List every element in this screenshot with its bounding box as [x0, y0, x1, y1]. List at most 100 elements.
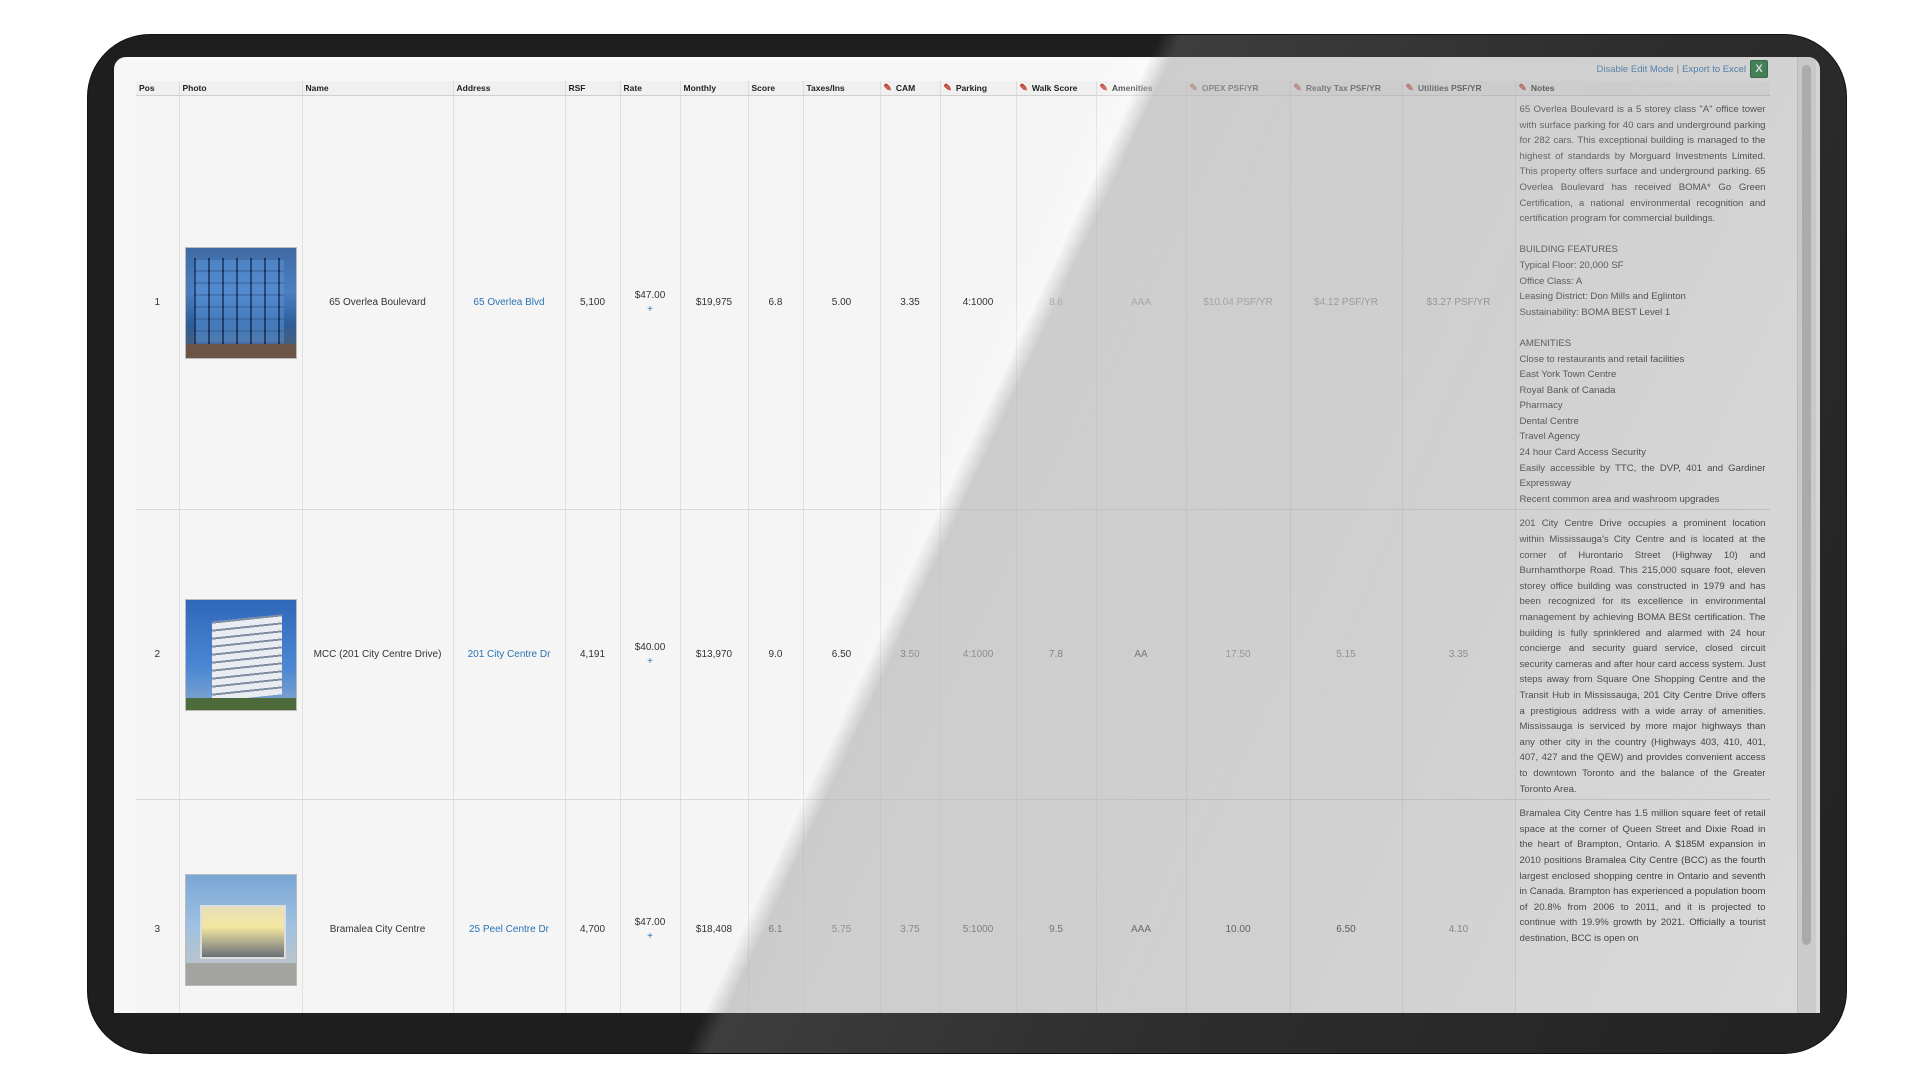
header-parking-label: Parking — [955, 82, 988, 93]
cell-amenities[interactable]: AAA — [1096, 799, 1187, 1013]
header-monthly[interactable]: Monthly — [680, 81, 749, 96]
cell-rate: $47.00 + — [620, 95, 681, 511]
table-row[interactable]: 1 65 Overlea Boulevard 65 Overlea Blvd 5… — [136, 95, 1770, 511]
pencil-icon[interactable]: ✎ — [1519, 83, 1527, 94]
header-opex[interactable]: ✎ OPEX PSF/YR — [1186, 81, 1291, 96]
toolbar-separator: | — [1676, 63, 1680, 75]
cell-pos: 3 — [136, 799, 180, 1013]
building-photo[interactable] — [184, 246, 297, 359]
cell-taxes-ins[interactable]: 5.75 — [803, 799, 881, 1013]
cell-notes[interactable]: 201 City Centre Drive occupies a promine… — [1515, 509, 1770, 801]
cell-opex[interactable]: $10.04 PSF/YR — [1186, 95, 1291, 511]
cell-name: Bramalea City Centre — [302, 799, 454, 1013]
cell-walk-score[interactable]: 7.8 — [1016, 509, 1097, 801]
header-utilities[interactable]: ✎ Utilities PSF/YR — [1402, 81, 1516, 96]
header-notes[interactable]: ✎ Notes — [1515, 81, 1770, 96]
scrollbar-thumb[interactable] — [1802, 65, 1811, 945]
cell-address: 201 City Centre Dr — [453, 509, 566, 801]
disable-edit-mode-link[interactable]: Disable Edit Mode — [1597, 64, 1674, 75]
table-row[interactable]: 3 Bramalea City Centre 25 Peel Centre Dr… — [136, 799, 1770, 1013]
excel-icon[interactable]: X — [1750, 60, 1768, 78]
cell-utilities[interactable]: $3.27 PSF/YR — [1402, 95, 1516, 511]
pencil-icon[interactable]: ✎ — [1100, 83, 1108, 94]
cell-cam[interactable]: 3.35 — [880, 95, 941, 511]
address-link[interactable]: 201 City Centre Dr — [468, 649, 551, 660]
header-realty-tax-label: Realty Tax PSF/YR — [1305, 82, 1381, 93]
expand-rate-button[interactable]: + — [624, 303, 677, 317]
cell-address: 25 Peel Centre Dr — [453, 799, 566, 1013]
header-pos[interactable]: Pos — [136, 81, 180, 96]
header-amenities[interactable]: ✎ Amenities — [1096, 81, 1187, 96]
cell-opex[interactable]: 10.00 — [1186, 799, 1291, 1013]
header-notes-label: Notes — [1530, 82, 1555, 93]
cell-realty-tax[interactable]: $4.12 PSF/YR — [1290, 95, 1403, 511]
cell-notes[interactable]: Bramalea City Centre has 1.5 million squ… — [1515, 799, 1770, 1013]
cell-monthly: $13,970 — [680, 509, 749, 801]
tablet-frame: Disable Edit Mode | Export to Excel X Po… — [88, 35, 1846, 1053]
header-cam[interactable]: ✎ CAM — [880, 81, 941, 96]
pencil-icon[interactable]: ✎ — [884, 83, 892, 94]
cell-utilities[interactable]: 3.35 — [1402, 509, 1516, 801]
cell-realty-tax[interactable]: 6.50 — [1290, 799, 1403, 1013]
header-rsf[interactable]: RSF — [565, 81, 621, 96]
pencil-icon[interactable]: ✎ — [944, 83, 952, 94]
comparison-grid: Pos Photo Name Address RSF Rate Monthly … — [136, 81, 1770, 1013]
building-photo[interactable] — [184, 873, 297, 986]
cell-amenities[interactable]: AAA — [1096, 95, 1187, 511]
header-taxes-ins[interactable]: Taxes/Ins — [803, 81, 881, 96]
cell-rate: $40.00 + — [620, 509, 681, 801]
cell-taxes-ins[interactable]: 5.00 — [803, 95, 881, 511]
cell-notes[interactable]: 65 Overlea Boulevard is a 5 storey class… — [1515, 95, 1770, 511]
address-link[interactable]: 25 Peel Centre Dr — [469, 924, 549, 935]
toolbar: Disable Edit Mode | Export to Excel X — [1597, 59, 1768, 79]
address-link[interactable]: 65 Overlea Blvd — [473, 297, 544, 308]
header-amenities-label: Amenities — [1111, 82, 1153, 93]
pencil-icon[interactable]: ✎ — [1190, 83, 1198, 94]
header-name[interactable]: Name — [302, 81, 454, 96]
cell-walk-score[interactable]: 8.6 — [1016, 95, 1097, 511]
cell-rsf: 4,700 — [565, 799, 621, 1013]
header-parking[interactable]: ✎ Parking — [940, 81, 1017, 96]
cell-name: 65 Overlea Boulevard — [302, 95, 454, 511]
rate-value: $47.00 — [634, 289, 666, 301]
expand-rate-button[interactable]: + — [624, 930, 677, 944]
pencil-icon[interactable]: ✎ — [1294, 83, 1302, 94]
cell-score: 6.1 — [748, 799, 804, 1013]
cell-realty-tax[interactable]: 5.15 — [1290, 509, 1403, 801]
cell-rsf: 5,100 — [565, 95, 621, 511]
cell-taxes-ins[interactable]: 6.50 — [803, 509, 881, 801]
property-table: Pos Photo Name Address RSF Rate Monthly … — [136, 81, 1770, 1013]
cell-cam[interactable]: 3.75 — [880, 799, 941, 1013]
building-photo[interactable] — [184, 598, 297, 711]
cell-photo — [179, 509, 303, 801]
cell-parking[interactable]: 4:1000 — [940, 95, 1017, 511]
cell-opex[interactable]: 17.50 — [1186, 509, 1291, 801]
cell-pos: 1 — [136, 95, 180, 511]
cell-score: 9.0 — [748, 509, 804, 801]
header-score[interactable]: Score — [748, 81, 804, 96]
cell-amenities[interactable]: AA — [1096, 509, 1187, 801]
header-realty-tax[interactable]: ✎ Realty Tax PSF/YR — [1290, 81, 1403, 96]
header-rate[interactable]: Rate — [620, 81, 681, 96]
cell-score: 6.8 — [748, 95, 804, 511]
header-opex-label: OPEX PSF/YR — [1201, 82, 1259, 93]
header-photo[interactable]: Photo — [179, 81, 303, 96]
pencil-icon[interactable]: ✎ — [1406, 83, 1414, 94]
vertical-scrollbar[interactable] — [1797, 57, 1816, 1013]
header-taxes-ins-label: Taxes/Ins — [806, 83, 845, 93]
rate-value: $47.00 — [634, 916, 666, 928]
header-address[interactable]: Address — [453, 81, 566, 96]
cell-walk-score[interactable]: 9.5 — [1016, 799, 1097, 1013]
cell-rsf: 4,191 — [565, 509, 621, 801]
header-walk-score[interactable]: ✎ Walk Score — [1016, 81, 1097, 96]
export-to-excel-link[interactable]: Export to Excel — [1682, 64, 1746, 75]
cell-utilities[interactable]: 4.10 — [1402, 799, 1516, 1013]
cell-photo — [179, 799, 303, 1013]
expand-rate-button[interactable]: + — [624, 655, 677, 669]
table-row[interactable]: 2 MCC (201 City Centre Drive) 201 City C… — [136, 509, 1770, 801]
pencil-icon[interactable]: ✎ — [1020, 83, 1028, 94]
cell-parking[interactable]: 5:1000 — [940, 799, 1017, 1013]
header-utilities-label: Utilities PSF/YR — [1417, 82, 1482, 93]
cell-cam[interactable]: 3.50 — [880, 509, 941, 801]
cell-parking[interactable]: 4:1000 — [940, 509, 1017, 801]
